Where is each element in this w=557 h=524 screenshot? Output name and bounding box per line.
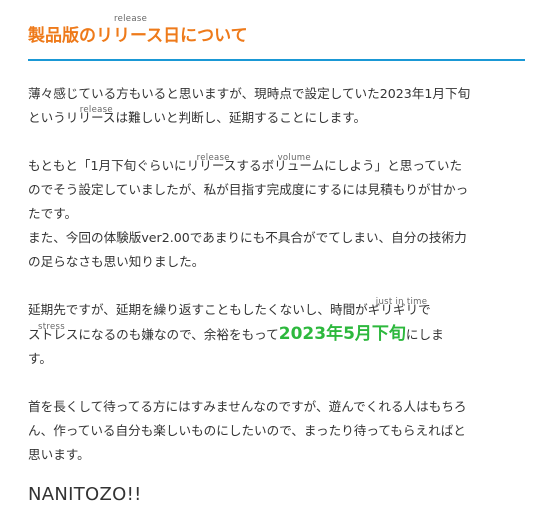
article-body: 薄々感じている方もいると思いますが、現時点で設定していた2023年1月下旬 とい… xyxy=(28,82,528,467)
p3-line2-mid: になるのも嫌なので、余裕をもって xyxy=(78,327,279,342)
page-title: release 製品版のリリース日について xyxy=(28,14,248,46)
ruby-volume: volume xyxy=(277,153,311,163)
paragraph-3: 延期先ですが、延期を繰り返すこともしたくないし、時間が just in time ギ… xyxy=(28,297,528,371)
title-ruby: release xyxy=(114,14,148,24)
ruby-anchor-volume: volume ボリューム xyxy=(262,153,325,173)
ruby-anchor-release-1: release リリース xyxy=(66,105,116,125)
ruby-anchor-stress: stress ストレス xyxy=(28,322,78,342)
p1-line2-post: は難しいと判断し、延期することにします。 xyxy=(115,110,367,125)
p3-line2-post: にしま xyxy=(405,327,444,342)
p4-line3: 思います。 xyxy=(28,447,90,462)
p2-line5: の足らなさも思い知りました。 xyxy=(28,254,205,269)
ruby-just-in-time: just in time xyxy=(375,297,428,307)
page: release 製品版のリリース日について 薄々感じている方もいると思いますが、… xyxy=(0,0,557,524)
p2-line1-post: にしよう」と思っていた xyxy=(324,158,463,173)
p1-line2-pre: という xyxy=(28,110,66,125)
p4-line2: ん、作っている自分も楽しいものにしたいので、まったり待ってもらえればと xyxy=(28,423,466,438)
ruby-anchor-just-in-time: just in time ギリギリ xyxy=(368,297,427,317)
paragraph-4: 首を長くして待ってる方にはすみませんなのですが、遊んでくれる人はもちろ ん、作っ… xyxy=(28,395,528,467)
ruby-release-1: release xyxy=(79,105,113,115)
p2-line1-pre: もともと「1月下旬ぐらいに xyxy=(28,158,187,173)
p2-line2: のでそう設定していましたが、私が目指す完成度にするには見積もりが甘かっ xyxy=(28,182,469,197)
p3-line3: す。 xyxy=(28,351,52,366)
p2-line1-mid: する xyxy=(236,158,262,173)
heading-block: release 製品版のリリース日について xyxy=(28,14,248,46)
ruby-anchor-release-2: release リリース xyxy=(187,153,237,173)
paragraph-1: 薄々感じている方もいると思いますが、現時点で設定していた2023年1月下旬 とい… xyxy=(28,82,528,130)
ruby-release-2: release xyxy=(196,153,230,163)
highlight-release-date: 2023年5月下旬 xyxy=(278,324,406,344)
p2-line4: また、今回の体験版ver2.00であまりにも不具合がでてしまい、自分の技術力 xyxy=(28,230,467,245)
title-text: 製品版のリリース日について xyxy=(28,26,248,46)
ruby-stress: stress xyxy=(38,322,65,332)
p2-line3: たです。 xyxy=(28,206,78,221)
title-underline xyxy=(28,59,525,61)
p3-line1-pre: 延期先ですが、延期を繰り返すこともしたくないし、時間が xyxy=(28,302,368,317)
p4-line1: 首を長くして待ってる方にはすみませんなのですが、遊んでくれる人はもちろ xyxy=(28,399,467,414)
paragraph-2: もともと「1月下旬ぐらいに release リリースする volume ボリュームにしよ… xyxy=(28,153,528,274)
closing-text: NANITOZO!! xyxy=(28,484,142,505)
